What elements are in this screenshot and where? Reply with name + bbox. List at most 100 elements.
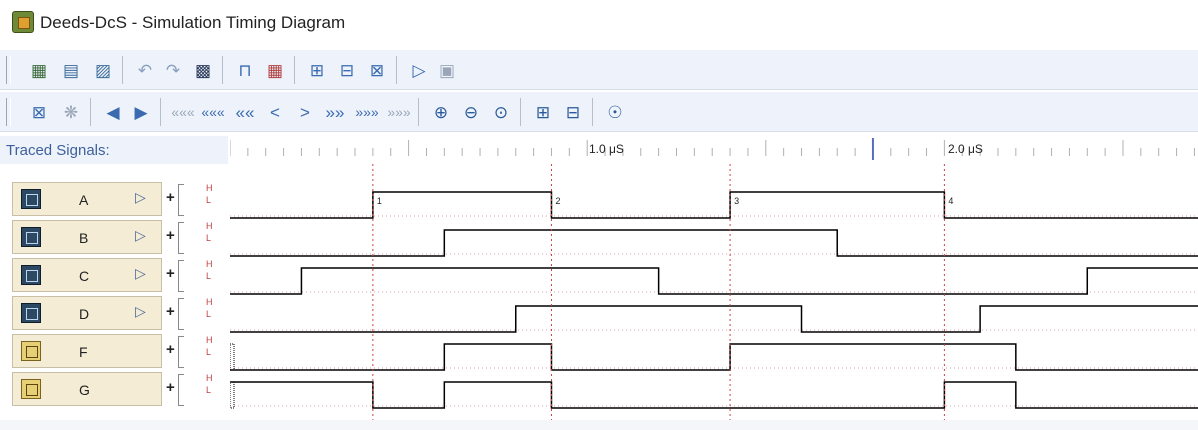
traced-signals-label: Traced Signals: <box>6 142 110 159</box>
title-bar: Deeds-DcS - Simulation Timing Diagram <box>0 0 1198 46</box>
step-back-icon[interactable]: < <box>262 99 288 125</box>
clear-icon[interactable]: ▨ <box>90 57 116 83</box>
signal-arrow-icon[interactable]: ▷ <box>135 227 146 244</box>
signal-row-f[interactable]: F <box>12 334 162 368</box>
level-bracket <box>178 374 184 406</box>
probe-icon[interactable]: ⊠ <box>26 99 52 125</box>
run-icon[interactable]: ▷ <box>406 57 432 83</box>
waveform-a <box>230 191 1198 219</box>
redo-icon[interactable]: ↷ <box>160 57 186 83</box>
print-icon[interactable]: ▦ <box>26 57 52 83</box>
level-high-label: H <box>206 183 213 193</box>
signal-row-c[interactable]: C ▷ <box>12 258 162 292</box>
expand-icon[interactable]: + <box>166 341 175 358</box>
stop-icon[interactable]: ▣ <box>434 57 460 83</box>
input-pin-icon <box>21 265 41 285</box>
signal-row-d[interactable]: D ▷ <box>12 296 162 330</box>
remove-signal-icon[interactable]: ⊟ <box>560 99 586 125</box>
level-low-label: L <box>206 271 212 281</box>
output-pin-icon <box>21 341 41 361</box>
step-forward-icon[interactable]: > <box>292 99 318 125</box>
level-indicator: + H L <box>162 372 230 406</box>
waveform-area[interactable]: 1 2 3 4 <box>230 164 1198 420</box>
signal-arrow-icon[interactable]: ▷ <box>135 303 146 320</box>
expand-icon[interactable]: + <box>166 265 175 282</box>
goto-end-icon[interactable]: »»» <box>386 99 412 125</box>
level-indicator: + H L <box>162 258 230 292</box>
waveform-b <box>230 229 1198 257</box>
toolbar-grip[interactable] <box>6 56 11 84</box>
zoom-out-icon[interactable]: ⊖ <box>458 99 484 125</box>
options-icon[interactable]: ☉ <box>602 99 628 125</box>
level-bracket <box>178 336 184 368</box>
status-strip <box>0 420 1198 430</box>
level-low-label: L <box>206 233 212 243</box>
level-bracket <box>178 298 184 330</box>
time-ruler[interactable]: 1.0 μS 2.0 μS <box>229 136 1198 164</box>
signal-row-b[interactable]: B ▷ <box>12 220 162 254</box>
level-low-label: L <box>206 195 212 205</box>
navigation-toolbar: ⊠ ❋ ◀ ▶ ««« ««« «« < > »» »»» »»» ⊕ ⊖ ⊙ … <box>0 92 1198 132</box>
level-bracket <box>178 260 184 292</box>
marker-label: 3 <box>734 196 739 206</box>
expand-icon[interactable]: + <box>166 303 175 320</box>
settings-icon[interactable]: ❋ <box>58 99 84 125</box>
level-bracket <box>178 222 184 254</box>
save-icon[interactable]: ▩ <box>190 57 216 83</box>
toolbar-grip[interactable] <box>6 98 11 126</box>
signal-name: G <box>79 382 90 398</box>
signal-name: F <box>79 344 88 360</box>
main-toolbar: ▦ ▤ ▨ ↶ ↷ ▩ ⊓ ▦ ⊞ ⊟ ⊠ ▷ ▣ <box>0 50 1198 90</box>
timing-icon[interactable]: ⊞ <box>304 57 330 83</box>
fast-rewind-icon[interactable]: ««« <box>200 99 226 125</box>
level-bracket <box>178 184 184 216</box>
fast-forward-icon[interactable]: »» <box>322 99 348 125</box>
initial-undefined-mark <box>230 381 235 409</box>
input-pin-icon <box>21 227 41 247</box>
input-pin-icon <box>21 189 41 209</box>
expand-icon[interactable]: + <box>166 379 175 396</box>
add-signal-icon[interactable]: ⊞ <box>530 99 556 125</box>
initial-undefined-mark <box>230 343 235 371</box>
level-low-label: L <box>206 347 212 357</box>
signal-icon[interactable]: ⊟ <box>334 57 360 83</box>
signal-name: C <box>79 268 90 284</box>
traced-signals-header: Traced Signals: <box>0 136 228 164</box>
signal-row-a[interactable]: A ▷ <box>12 182 162 216</box>
fastest-forward-icon[interactable]: »»» <box>354 99 380 125</box>
undo-icon[interactable]: ↶ <box>132 57 158 83</box>
level-high-label: H <box>206 221 213 231</box>
document-icon[interactable]: ▤ <box>58 57 84 83</box>
zoom-in-icon[interactable]: ⊕ <box>428 99 454 125</box>
wave-edit-icon[interactable]: ▦ <box>262 57 288 83</box>
probe-icon[interactable]: ⊠ <box>364 57 390 83</box>
expand-icon[interactable]: + <box>166 227 175 244</box>
back-icon[interactable]: ◀ <box>100 99 126 125</box>
signal-arrow-icon[interactable]: ▷ <box>135 189 146 206</box>
level-high-label: H <box>206 297 213 307</box>
goto-start-icon[interactable]: ««« <box>170 99 196 125</box>
waveform-f <box>230 343 1198 371</box>
marker-label: 1 <box>377 196 382 206</box>
marker-label: 4 <box>948 196 953 206</box>
signal-row-g[interactable]: G <box>12 372 162 406</box>
step-icon[interactable]: ⊓ <box>232 57 258 83</box>
zoom-fit-icon[interactable]: ⊙ <box>488 99 514 125</box>
level-indicator: + H L <box>162 182 230 216</box>
level-indicator: + H L <box>162 296 230 330</box>
level-low-label: L <box>206 385 212 395</box>
chip-icon <box>12 11 34 33</box>
level-indicator: + H L <box>162 334 230 368</box>
signal-name: B <box>79 230 89 246</box>
ruler-label-1us: 1.0 μS <box>589 142 624 156</box>
rewind-icon[interactable]: «« <box>232 99 258 125</box>
expand-icon[interactable]: + <box>166 189 175 206</box>
signal-name: D <box>79 306 90 322</box>
input-pin-icon <box>21 303 41 323</box>
level-high-label: H <box>206 259 213 269</box>
window-title: Deeds-DcS - Simulation Timing Diagram <box>40 13 346 32</box>
signal-name: A <box>79 192 89 208</box>
forward-icon[interactable]: ▶ <box>128 99 154 125</box>
signal-arrow-icon[interactable]: ▷ <box>135 265 146 282</box>
output-pin-icon <box>21 379 41 399</box>
